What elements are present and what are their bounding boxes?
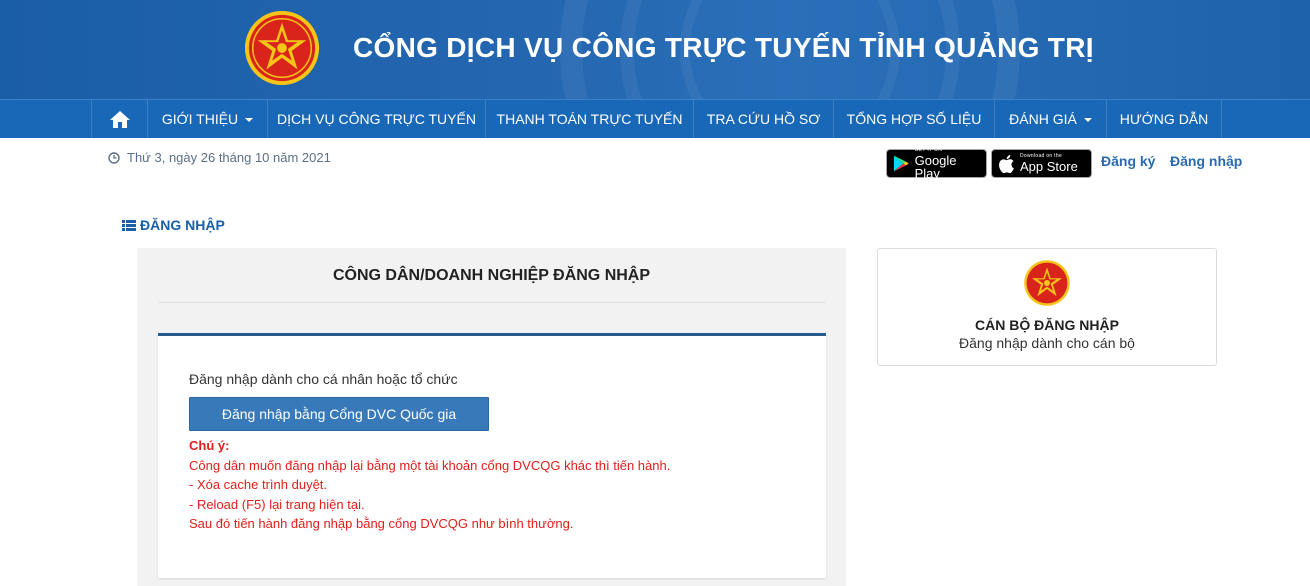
nav-dich-vu-cong[interactable]: DỊCH VỤ CÔNG TRỰC TUYẾN <box>268 100 486 138</box>
nav-tra-cuu-label: TRA CỨU HỒ SƠ <box>706 111 821 127</box>
chevron-down-icon <box>1083 118 1092 122</box>
main-nav: GIỚI THIỆU DỊCH VỤ CÔNG TRỰC TUYẾN THANH… <box>0 99 1310 138</box>
google-play-small: GET IT ON <box>914 146 943 153</box>
clock-icon <box>108 151 120 164</box>
national-dvc-login-button[interactable]: Đăng nhập bằng Cổng DVC Quốc gia <box>189 397 489 431</box>
login-link[interactable]: Đăng nhập <box>1170 153 1242 169</box>
citizen-login-panel: CÔNG DÂN/DOANH NGHIỆP ĐĂNG NHẬP Đăng nhậ… <box>137 248 846 586</box>
header-banner: CỔNG DỊCH VỤ CÔNG TRỰC TUYẾN TỈNH QUẢNG … <box>0 0 1310 99</box>
nav-tong-hop-label: TỔNG HỢP SỐ LIỆU <box>846 111 982 127</box>
home-icon <box>109 110 130 128</box>
section-heading-label: ĐĂNG NHẬP <box>140 217 225 233</box>
nav-huong-dan[interactable]: HƯỚNG DẪN <box>1107 100 1222 138</box>
national-emblem-icon[interactable] <box>243 9 321 87</box>
app-store-badge[interactable]: Download on the App Store <box>991 149 1092 178</box>
google-play-badge[interactable]: GET IT ON Google Play <box>886 146 987 181</box>
google-play-big: Google Play <box>914 152 957 181</box>
site-title: CỔNG DỊCH VỤ CÔNG TRỰC TUYẾN TỈNH QUẢNG … <box>353 32 1094 63</box>
citizen-login-card: Đăng nhập dành cho cá nhân hoặc tổ chức … <box>158 333 826 578</box>
staff-login-card[interactable]: CÁN BỘ ĐĂNG NHẬP Đăng nhập dành cho cán … <box>877 248 1217 366</box>
list-icon <box>122 219 136 231</box>
divider <box>158 302 826 303</box>
nav-thanh-toan[interactable]: THANH TOÁN TRỰC TUYẾN <box>486 100 694 138</box>
note-line: - Xóa cache trình duyệt. <box>189 477 328 493</box>
apple-icon <box>999 154 1014 173</box>
nav-home[interactable] <box>91 100 148 138</box>
nav-gioi-thieu[interactable]: GIỚI THIỆU <box>148 100 268 138</box>
citizen-login-description: Đăng nhập dành cho cá nhân hoặc tổ chức <box>189 371 458 387</box>
chevron-down-icon <box>245 118 254 122</box>
note-line: Công dân muốn đăng nhập lại bằng một tài… <box>189 457 671 473</box>
nav-danh-gia[interactable]: ĐÁNH GIÁ <box>995 100 1107 138</box>
section-heading: ĐĂNG NHẬP <box>122 217 225 233</box>
nav-huong-dan-label: HƯỚNG DẪN <box>1119 111 1209 127</box>
login-note: Chú ý: Công dân muốn đăng nhập lại bằng … <box>189 436 670 534</box>
staff-login-subtitle: Đăng nhập dành cho cán bộ <box>959 335 1135 351</box>
citizen-login-title: CÔNG DÂN/DOANH NGHIỆP ĐĂNG NHẬP <box>332 267 651 284</box>
date-text: Thứ 3, ngày 26 tháng 10 năm 2021 <box>127 150 331 165</box>
register-link[interactable]: Đăng ký <box>1101 153 1155 169</box>
nav-gioi-thieu-label: GIỚI THIỆU <box>161 111 239 127</box>
google-play-icon <box>893 155 909 172</box>
current-date: Thứ 3, ngày 26 tháng 10 năm 2021 <box>108 150 331 165</box>
nav-tra-cuu[interactable]: TRA CỨU HỒ SƠ <box>694 100 834 138</box>
note-line: - Reload (F5) lại trang hiện tại. <box>189 496 365 512</box>
note-title: Chú ý: <box>189 438 230 453</box>
note-line: Sau đó tiến hành đăng nhập bằng cổng DVC… <box>189 516 574 532</box>
staff-login-title: CÁN BỘ ĐĂNG NHẬP <box>975 317 1119 333</box>
nav-danh-gia-label: ĐÁNH GIÁ <box>1009 111 1077 127</box>
nav-dich-vu-cong-label: DỊCH VỤ CÔNG TRỰC TUYẾN <box>277 111 476 127</box>
national-emblem-icon <box>1024 260 1070 306</box>
app-store-big: App Store <box>1020 159 1078 174</box>
nav-thanh-toan-label: THANH TOÁN TRỰC TUYẾN <box>496 111 683 127</box>
nav-tong-hop[interactable]: TỔNG HỢP SỐ LIỆU <box>834 100 995 138</box>
